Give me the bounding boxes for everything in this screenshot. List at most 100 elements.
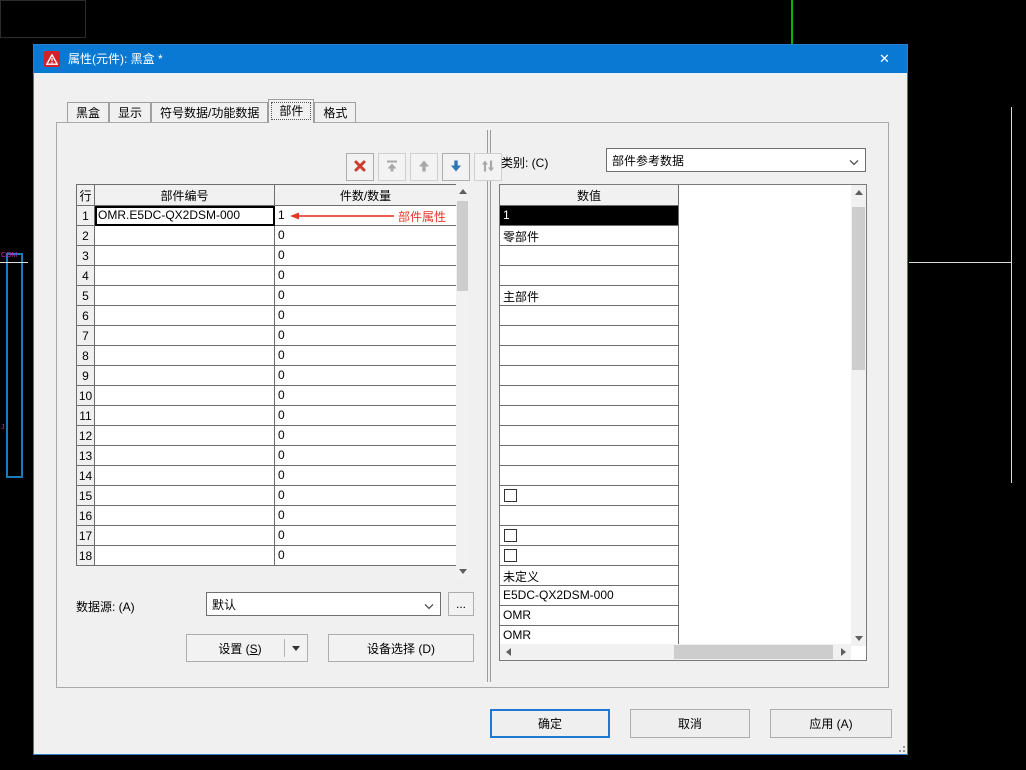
quantity-cell[interactable]: 0 xyxy=(275,426,457,446)
row-number[interactable]: 18 xyxy=(77,546,95,566)
parts-table-scrollbar[interactable] xyxy=(456,184,469,579)
row-number[interactable]: 17 xyxy=(77,526,95,546)
part-number-cell[interactable] xyxy=(95,506,275,526)
quantity-cell[interactable]: 0 xyxy=(275,406,457,426)
value-list-row[interactable]: OMR xyxy=(500,626,679,646)
value-list-row[interactable] xyxy=(500,426,679,446)
data-source-dropdown[interactable]: 默认 xyxy=(206,592,441,616)
quantity-cell[interactable]: 0 xyxy=(275,306,457,326)
quantity-cell[interactable]: 0 xyxy=(275,326,457,346)
scroll-right-icon[interactable] xyxy=(835,644,851,660)
quantity-cell[interactable]: 0 xyxy=(275,546,457,566)
quantity-cell[interactable]: 0 xyxy=(275,366,457,386)
part-number-cell[interactable] xyxy=(95,226,275,246)
quantity-cell[interactable]: 0 xyxy=(275,266,457,286)
row-number[interactable]: 1 xyxy=(77,206,95,226)
part-number-cell[interactable] xyxy=(95,286,275,306)
value-list-row[interactable] xyxy=(500,366,679,386)
value-list-vscrollbar[interactable] xyxy=(851,185,866,646)
row-number[interactable]: 15 xyxy=(77,486,95,506)
value-list-row[interactable]: 1 xyxy=(500,206,679,226)
scroll-down-icon[interactable] xyxy=(456,564,469,579)
part-number-cell[interactable] xyxy=(95,326,275,346)
value-list-row[interactable]: OMR xyxy=(500,606,679,626)
value-list-row[interactable]: 零部件 xyxy=(500,226,679,246)
quantity-cell[interactable]: 0 xyxy=(275,486,457,506)
row-number[interactable]: 9 xyxy=(77,366,95,386)
tab-1[interactable]: 显示 xyxy=(109,102,152,123)
category-dropdown[interactable]: 部件参考数据 xyxy=(606,148,866,172)
scroll-up-icon[interactable] xyxy=(851,185,866,200)
value-list-row[interactable]: E5DC-QX2DSM-000 xyxy=(500,586,679,606)
quantity-cell[interactable]: 0 xyxy=(275,246,457,266)
dropdown-caret-icon[interactable] xyxy=(292,645,300,651)
tab-4[interactable]: 格式 xyxy=(314,102,357,123)
quantity-cell[interactable]: 0 xyxy=(275,286,457,306)
part-number-cell[interactable] xyxy=(95,346,275,366)
tab-0[interactable]: 黑盒 xyxy=(67,102,110,123)
value-list-row[interactable] xyxy=(500,446,679,466)
part-number-cell[interactable] xyxy=(95,486,275,506)
value-list-row[interactable] xyxy=(500,406,679,426)
scroll-up-icon[interactable] xyxy=(456,184,469,199)
value-list-row[interactable] xyxy=(500,546,679,566)
row-number[interactable]: 6 xyxy=(77,306,95,326)
tab-3[interactable]: 部件 xyxy=(268,99,315,123)
part-number-cell[interactable]: OMR.E5DC-QX2DSM-000 xyxy=(95,206,275,226)
value-list-row[interactable] xyxy=(500,326,679,346)
checkbox[interactable] xyxy=(504,549,517,563)
part-number-cell[interactable] xyxy=(95,266,275,286)
device-selection-button[interactable]: 设备选择 (D) xyxy=(328,634,474,662)
row-number[interactable]: 4 xyxy=(77,266,95,286)
value-list-row[interactable]: 未定义 xyxy=(500,566,679,586)
quantity-cell[interactable]: 0 xyxy=(275,226,457,246)
row-number[interactable]: 8 xyxy=(77,346,95,366)
tab-2[interactable]: 符号数据/功能数据 xyxy=(151,102,269,123)
part-number-cell[interactable] xyxy=(95,246,275,266)
row-number[interactable]: 14 xyxy=(77,466,95,486)
browse-button[interactable]: ... xyxy=(448,592,474,616)
scroll-down-icon[interactable] xyxy=(851,631,866,646)
part-number-cell[interactable] xyxy=(95,466,275,486)
scrollbar-thumb[interactable] xyxy=(852,207,865,370)
scrollbar-thumb[interactable] xyxy=(674,645,833,659)
row-number[interactable]: 5 xyxy=(77,286,95,306)
part-number-cell[interactable] xyxy=(95,306,275,326)
value-list-row[interactable]: 主部件 xyxy=(500,286,679,306)
quantity-cell[interactable]: 0 xyxy=(275,386,457,406)
move-down-button[interactable] xyxy=(442,153,470,181)
scroll-left-icon[interactable] xyxy=(500,644,516,660)
value-list-row[interactable] xyxy=(500,506,679,526)
value-list-row[interactable] xyxy=(500,306,679,326)
quantity-cell[interactable]: 0 xyxy=(275,346,457,366)
pane-splitter[interactable] xyxy=(487,130,491,682)
delete-button[interactable] xyxy=(346,153,374,181)
ok-button[interactable]: 确定 xyxy=(490,709,610,738)
part-number-cell[interactable] xyxy=(95,366,275,386)
resize-grip[interactable] xyxy=(895,742,905,752)
quantity-cell[interactable]: 0 xyxy=(275,466,457,486)
row-number[interactable]: 3 xyxy=(77,246,95,266)
part-number-cell[interactable] xyxy=(95,526,275,546)
value-list-row[interactable] xyxy=(500,246,679,266)
row-number[interactable]: 11 xyxy=(77,406,95,426)
value-list-row[interactable] xyxy=(500,486,679,506)
dialog-titlebar[interactable]: 属性(元件): 黑盒 * ✕ xyxy=(34,45,907,73)
row-number[interactable]: 16 xyxy=(77,506,95,526)
settings-button[interactable]: 设置 (S) xyxy=(186,634,308,662)
value-list-row[interactable] xyxy=(500,266,679,286)
checkbox[interactable] xyxy=(504,489,517,503)
close-icon[interactable]: ✕ xyxy=(862,45,907,73)
quantity-cell[interactable]: 0 xyxy=(275,526,457,546)
row-number[interactable]: 10 xyxy=(77,386,95,406)
scrollbar-thumb[interactable] xyxy=(457,201,468,291)
value-list-row[interactable] xyxy=(500,526,679,546)
value-list-hscrollbar[interactable] xyxy=(500,644,851,660)
row-number[interactable]: 13 xyxy=(77,446,95,466)
value-list-row[interactable] xyxy=(500,466,679,486)
apply-button[interactable]: 应用 (A) xyxy=(770,709,892,738)
part-number-cell[interactable] xyxy=(95,406,275,426)
value-list-row[interactable] xyxy=(500,346,679,366)
checkbox[interactable] xyxy=(504,529,517,543)
quantity-cell[interactable]: 0 xyxy=(275,506,457,526)
